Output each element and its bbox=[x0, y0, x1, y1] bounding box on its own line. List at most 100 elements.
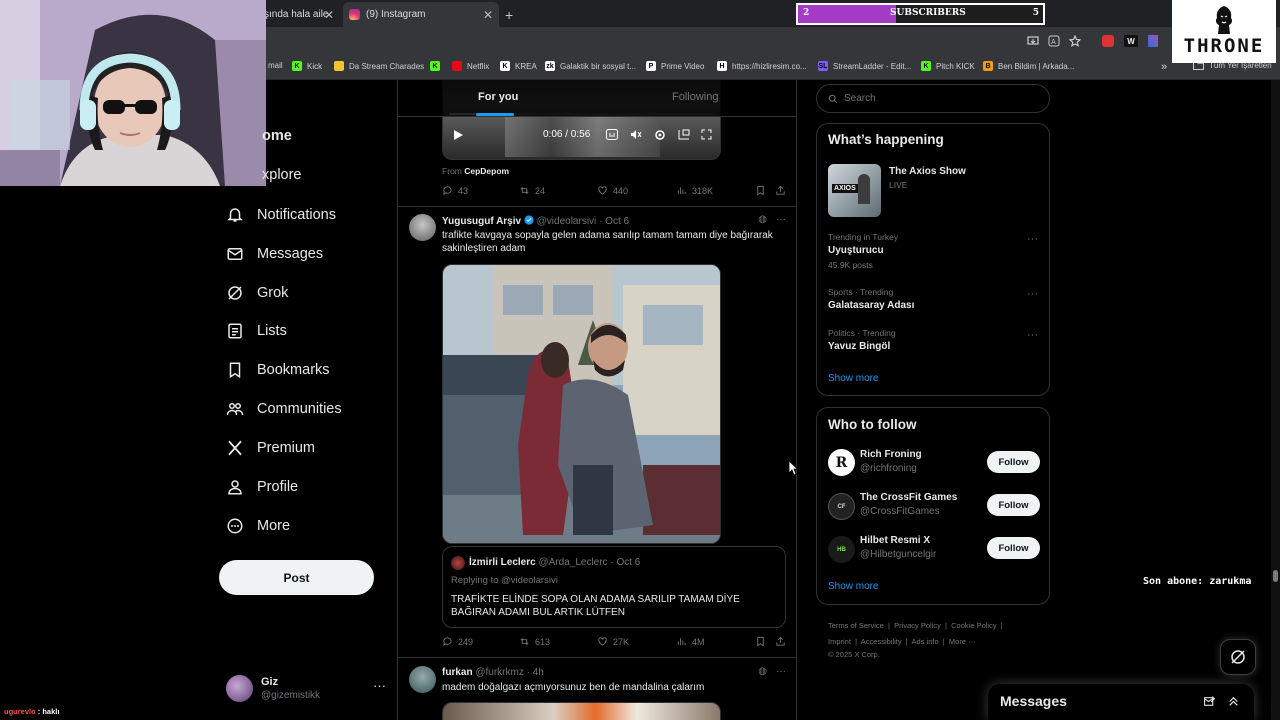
nav-item-lists[interactable]: Lists bbox=[226, 322, 287, 340]
volume-mute-icon[interactable] bbox=[630, 129, 642, 140]
show-more-link[interactable]: Show more bbox=[828, 373, 879, 384]
bookmark-mail[interactable]: mail bbox=[268, 61, 283, 70]
bookmark-item[interactable]: Netflix bbox=[452, 61, 489, 71]
repost-button[interactable]: 24 bbox=[519, 185, 545, 196]
fullscreen-icon[interactable] bbox=[701, 129, 712, 140]
follow-button[interactable]: Follow bbox=[987, 494, 1040, 516]
more-dots-icon[interactable]: ··· bbox=[776, 666, 786, 677]
live-event-name[interactable]: The Axios Show bbox=[889, 166, 966, 177]
like-button[interactable]: 27K bbox=[597, 636, 629, 647]
follow-button[interactable]: Follow bbox=[987, 451, 1040, 473]
extension-icon[interactable]: W bbox=[1124, 35, 1138, 47]
footer-link[interactable]: Terms of Service bbox=[828, 621, 884, 630]
more-dots-icon[interactable]: ··· bbox=[1027, 288, 1038, 300]
share-button[interactable] bbox=[775, 636, 786, 647]
suggested-account-name[interactable]: Rich Froning bbox=[860, 449, 922, 460]
author-handle[interactable]: @furkrkmz bbox=[475, 667, 523, 678]
avatar[interactable] bbox=[409, 214, 436, 241]
trend-name[interactable]: Yavuz Bingöl bbox=[828, 341, 890, 352]
show-more-link[interactable]: Show more bbox=[828, 581, 879, 592]
new-message-icon[interactable] bbox=[1203, 695, 1216, 708]
live-event-thumbnail[interactable]: AXIOS bbox=[828, 164, 881, 217]
bookmarks-overflow[interactable]: » bbox=[1161, 61, 1167, 73]
footer-link[interactable]: More ··· bbox=[949, 637, 976, 646]
tab-following[interactable]: Following bbox=[672, 91, 718, 103]
nav-item-messages[interactable]: Messages bbox=[226, 245, 323, 263]
bookmark-item[interactable]: P Prime Video bbox=[646, 61, 704, 71]
follow-button[interactable]: Follow bbox=[987, 537, 1040, 559]
close-icon[interactable]: ✕ bbox=[483, 8, 493, 22]
footer-link[interactable]: Accessibility bbox=[861, 637, 902, 646]
trend-name[interactable]: Galatasaray Adası bbox=[828, 300, 914, 311]
chevron-double-up-icon[interactable] bbox=[1227, 695, 1240, 708]
account-switcher[interactable]: Giz @gizemistikk ··· bbox=[226, 673, 386, 705]
nav-item-notifications[interactable]: Notifications bbox=[226, 206, 336, 224]
nav-item-profile[interactable]: Profile bbox=[226, 478, 298, 496]
bookmark-item[interactable]: zk Galaktik bir sosyal t... bbox=[545, 61, 636, 71]
bookmark-item[interactable]: K bbox=[430, 61, 445, 71]
more-dots-icon[interactable]: ··· bbox=[1027, 233, 1038, 245]
extension-icon[interactable] bbox=[1148, 35, 1158, 47]
like-button[interactable]: 440 bbox=[597, 185, 628, 196]
post-date[interactable]: · Oct 6 bbox=[599, 216, 629, 227]
more-dots-icon[interactable]: ··· bbox=[776, 214, 786, 225]
post-media-image[interactable] bbox=[442, 702, 721, 720]
settings-gear-icon[interactable] bbox=[654, 129, 666, 141]
trend-name[interactable]: Uyuşturucu bbox=[828, 245, 884, 256]
browser-tab[interactable]: şında hala aile ✕ bbox=[262, 2, 340, 27]
scrollbar-thumb[interactable] bbox=[1273, 570, 1278, 582]
views-button[interactable]: 4M bbox=[676, 636, 705, 647]
from-name[interactable]: CepDepom bbox=[464, 166, 509, 176]
nav-item-premium[interactable]: Premium bbox=[226, 439, 315, 457]
page-scrollbar[interactable] bbox=[1271, 80, 1280, 720]
author-handle[interactable]: @videolarsivi bbox=[537, 216, 597, 227]
bookmark-button[interactable] bbox=[755, 185, 766, 196]
avatar[interactable]: CF bbox=[828, 493, 855, 520]
picture-in-picture-icon[interactable] bbox=[678, 129, 690, 140]
nav-item-xplore[interactable]: xplore bbox=[262, 167, 302, 183]
post-date[interactable]: · 4h bbox=[527, 667, 544, 678]
footer-link[interactable]: Imprint bbox=[828, 637, 851, 646]
bookmark-item[interactable]: Hhttps://hizliresim.co... bbox=[717, 61, 807, 71]
nav-item-ome[interactable]: ome bbox=[262, 128, 292, 144]
bookmark-item[interactable]: Da Stream Charades bbox=[334, 61, 424, 71]
footer-link[interactable]: Privacy Policy bbox=[894, 621, 941, 630]
bookmark-item[interactable]: K KREA bbox=[500, 61, 537, 71]
post-media-video[interactable] bbox=[442, 264, 721, 544]
messages-drawer[interactable]: Messages bbox=[988, 684, 1254, 720]
more-dots-icon[interactable]: ··· bbox=[373, 678, 386, 693]
new-tab-button[interactable]: + bbox=[505, 2, 513, 27]
translate-icon[interactable]: A bbox=[1048, 35, 1060, 47]
repost-button[interactable]: 613 bbox=[519, 636, 550, 647]
avatar[interactable]: R bbox=[828, 449, 855, 476]
install-icon[interactable] bbox=[1027, 35, 1039, 47]
captions-icon[interactable] bbox=[606, 129, 618, 140]
footer-link[interactable]: Cookie Policy bbox=[951, 621, 996, 630]
bookmark-item[interactable]: K Kick bbox=[292, 61, 322, 71]
author-name[interactable]: furkan bbox=[442, 667, 473, 678]
nav-item-grok[interactable]: Grok bbox=[226, 284, 288, 302]
extension-icon[interactable] bbox=[1102, 35, 1114, 47]
quoted-post[interactable]: İzmirli Leclerc @Arda_Leclerc · Oct 6 Re… bbox=[442, 546, 786, 628]
bookmark-item[interactable]: B Ben Bildim | Arkada... bbox=[983, 61, 1074, 71]
views-button[interactable]: 318K bbox=[676, 185, 713, 196]
play-icon[interactable] bbox=[453, 129, 464, 141]
reply-button[interactable]: 43 bbox=[442, 185, 468, 196]
more-dots-icon[interactable]: ··· bbox=[1027, 329, 1038, 341]
tab-for-you[interactable]: For you bbox=[478, 91, 518, 103]
search-input[interactable]: Search bbox=[816, 84, 1050, 113]
share-button[interactable] bbox=[775, 185, 786, 196]
suggested-account-name[interactable]: Hilbet Resmi X bbox=[860, 535, 930, 546]
grok-button[interactable] bbox=[1220, 639, 1256, 675]
grok-icon[interactable]: ◍ bbox=[758, 666, 767, 677]
bookmark-item[interactable]: K Pitch KICK bbox=[921, 61, 975, 71]
bookmark-button[interactable] bbox=[755, 636, 766, 647]
avatar[interactable] bbox=[409, 666, 436, 693]
suggested-account-name[interactable]: The CrossFit Games bbox=[860, 492, 957, 503]
author-name[interactable]: Yugusuguf Arşiv bbox=[442, 216, 521, 227]
browser-tab-active[interactable]: (9) Instagram ✕ bbox=[343, 2, 499, 27]
nav-item-communities[interactable]: Communities bbox=[226, 400, 342, 418]
grok-icon[interactable]: ◍ bbox=[758, 214, 767, 225]
close-icon[interactable]: ✕ bbox=[324, 8, 334, 22]
post-button[interactable]: Post bbox=[219, 560, 374, 595]
